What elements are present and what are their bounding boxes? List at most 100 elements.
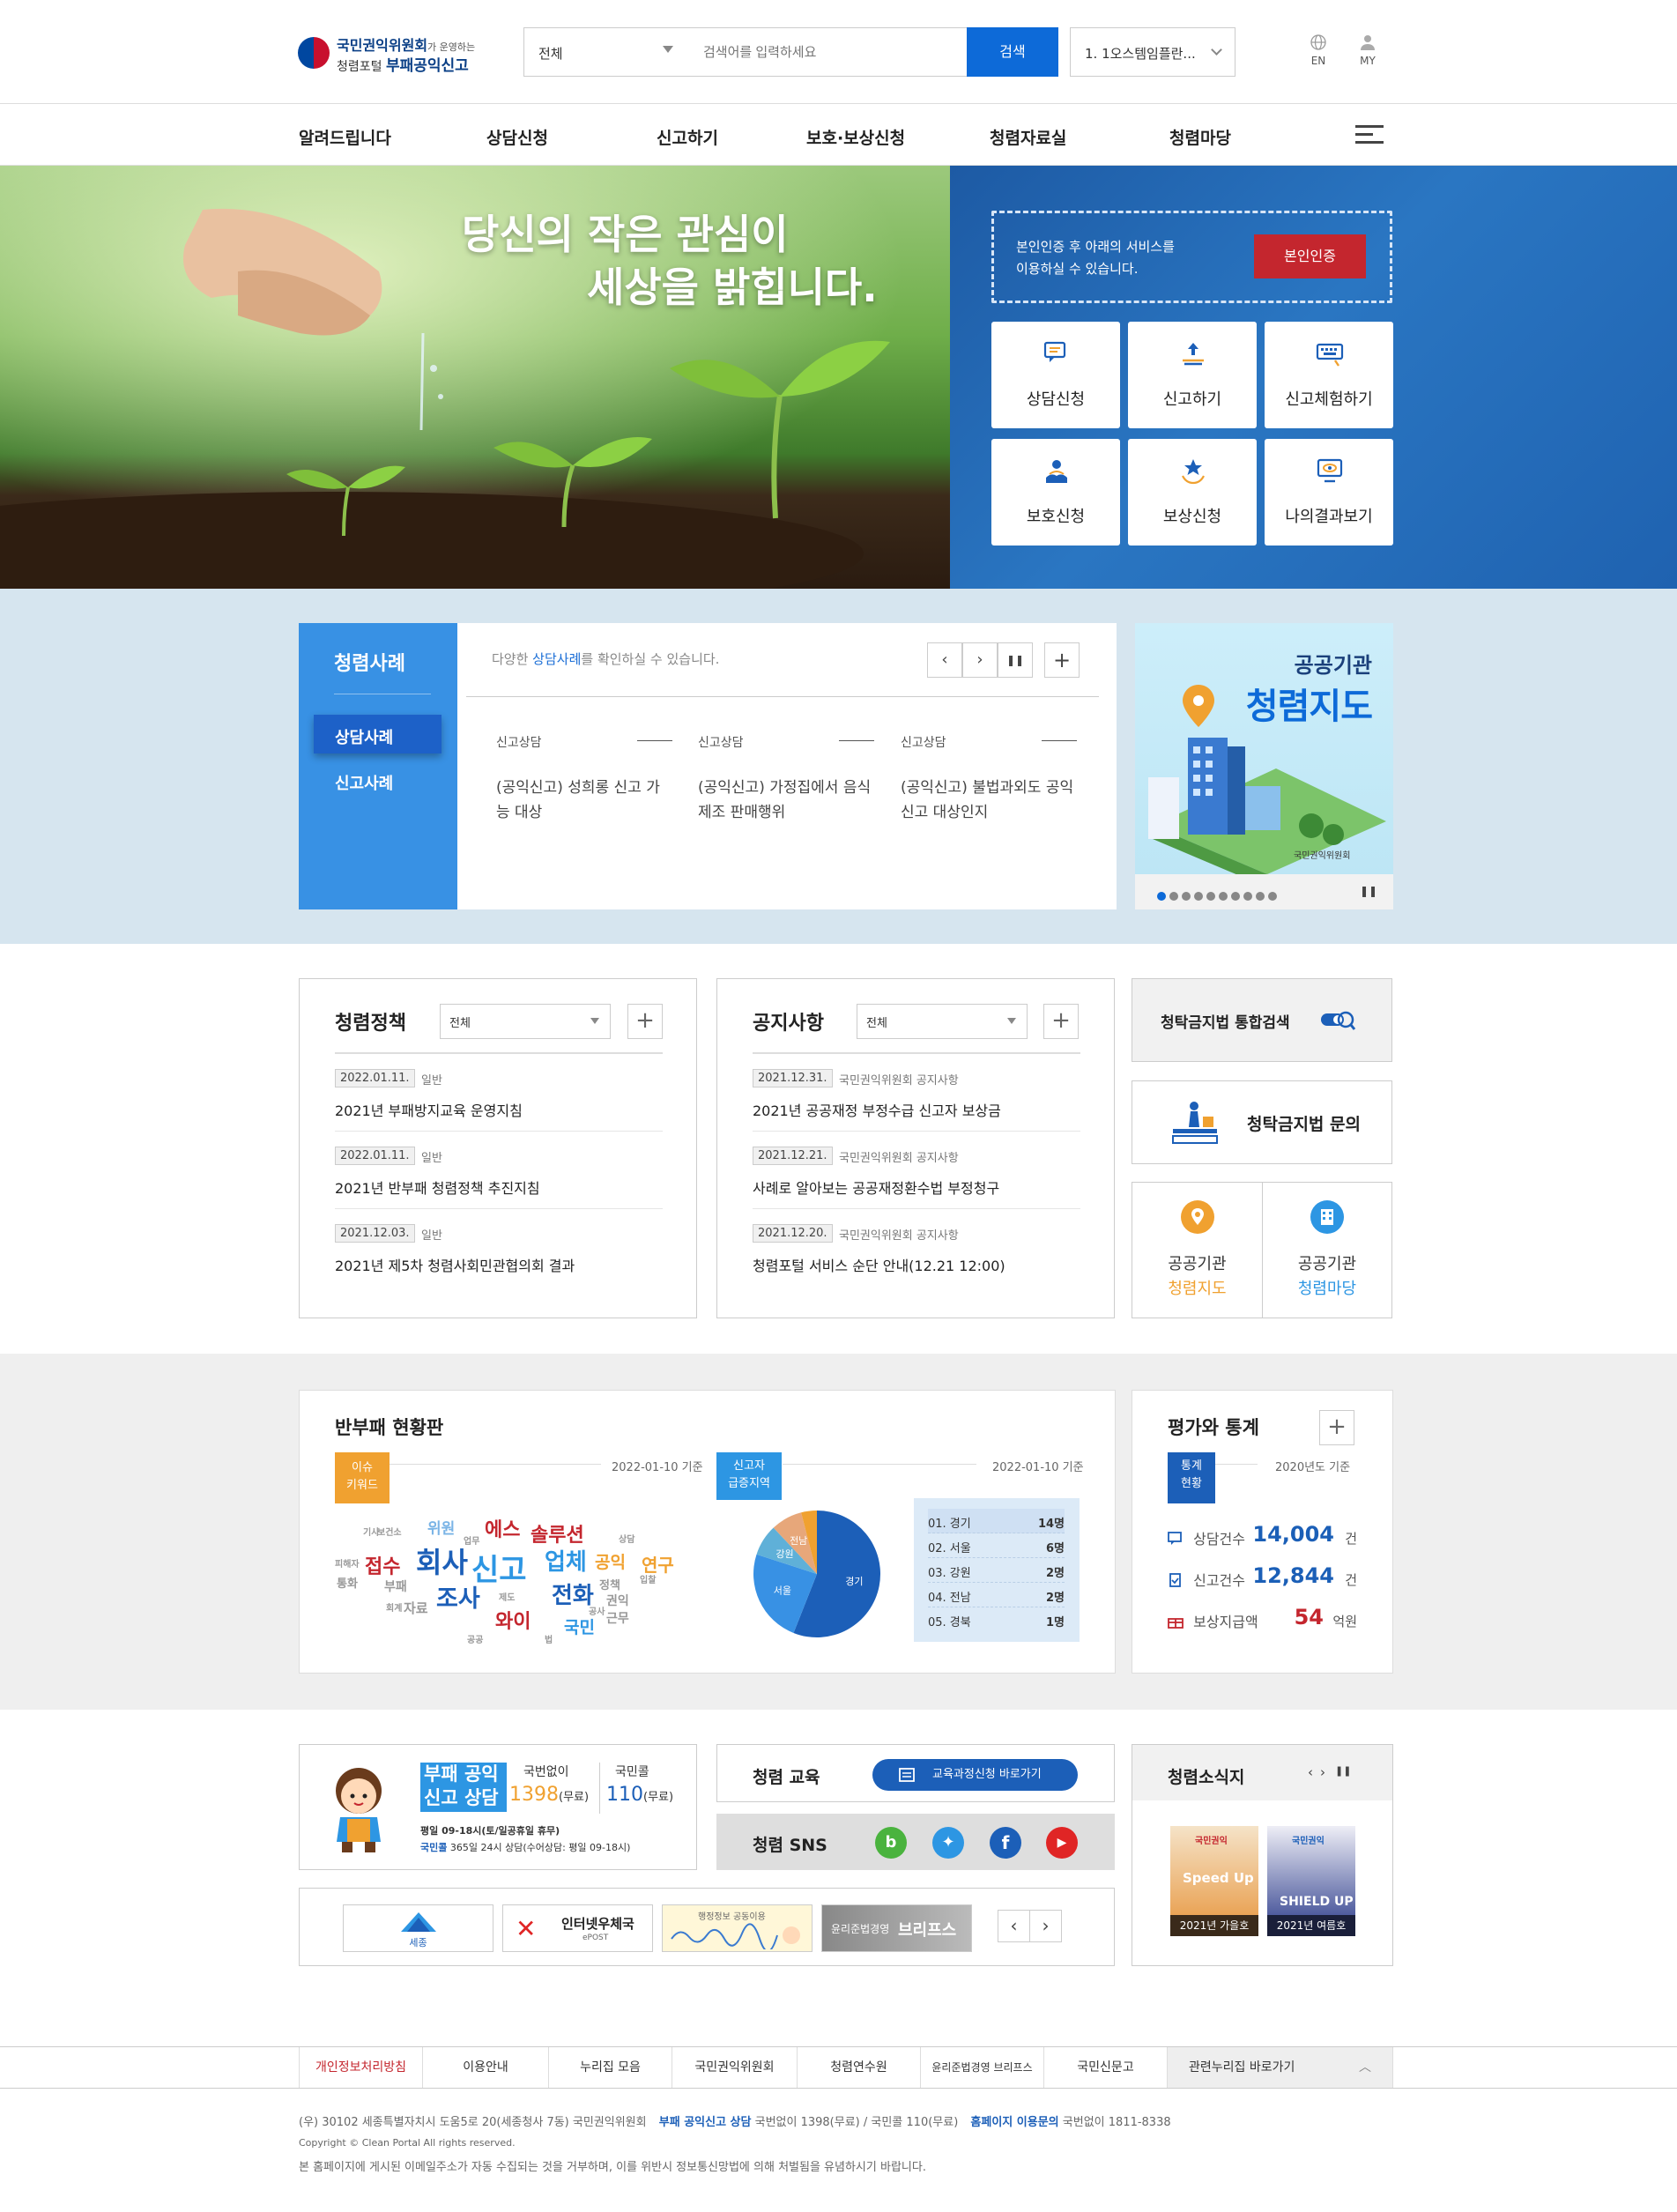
- gnb-notice[interactable]: 알려드립니다: [299, 125, 391, 149]
- phone-label-1: 국번없이: [523, 1765, 569, 1779]
- pause-icon[interactable]: ❚❚: [1335, 1765, 1351, 1777]
- search-input[interactable]: [687, 28, 967, 76]
- case-item[interactable]: 신고상담 (공익신고) 가정집에서 음식제조 판매행위: [698, 733, 874, 825]
- dashboard-title: 반부패 현황판: [335, 1417, 444, 1438]
- more-button[interactable]: +: [1044, 642, 1080, 678]
- twitter-icon[interactable]: ✦: [932, 1827, 964, 1859]
- case-item-title: (공익신고) 가정집에서 음식제조 판매행위: [698, 779, 872, 821]
- banner-prev-button[interactable]: ‹: [998, 1910, 1030, 1942]
- case-item[interactable]: 신고상담 (공익신고) 성희롱 신고 가능 대상: [496, 733, 672, 825]
- education-apply-button[interactable]: 교육과정신청 바로가기: [872, 1759, 1078, 1791]
- gnb-protection[interactable]: 보호·보상신청: [806, 125, 905, 149]
- integrity-education-box: 청렴 교육 교육과정신청 바로가기: [716, 1744, 1115, 1802]
- map-banner-image: 공공기관 청렴지도 국민권익위원회: [1135, 623, 1393, 874]
- integrity-square-link[interactable]: 공공기관 청렴마당: [1263, 1183, 1391, 1318]
- next-button[interactable]: ›: [962, 642, 998, 678]
- blog-icon[interactable]: b: [875, 1827, 907, 1859]
- footer-link-epeople[interactable]: 국민신문고: [1043, 2047, 1167, 2088]
- site-logo[interactable]: 국민권익위원회가 운영하는 청렴포털 부패공익신고: [298, 32, 483, 76]
- integrity-map-link[interactable]: 공공기관 청렴지도: [1132, 1183, 1263, 1318]
- pager-dot[interactable]: [1157, 892, 1166, 901]
- gnb-consult[interactable]: 상담신청: [486, 125, 548, 149]
- facebook-icon[interactable]: f: [990, 1827, 1021, 1859]
- policy-more-button[interactable]: +: [627, 1004, 663, 1039]
- caret-down-icon: [590, 1018, 599, 1024]
- pager-dot[interactable]: [1206, 892, 1215, 901]
- pager-dot[interactable]: [1268, 892, 1277, 901]
- service-consult[interactable]: 상담신청: [991, 322, 1120, 428]
- tab-report-cases[interactable]: 신고사례: [314, 761, 442, 799]
- list-item[interactable]: 2021.12.03. 일반 2021년 제5차 청렴사회민관협의회 결과: [335, 1209, 663, 1287]
- service-protection[interactable]: 보호신청: [991, 439, 1120, 546]
- pager-dot[interactable]: [1256, 892, 1265, 901]
- footer-link-academy[interactable]: 청렴연수원: [797, 2047, 920, 2088]
- tab-consult-cases[interactable]: 상담사례: [314, 715, 442, 753]
- notice-more-button[interactable]: +: [1043, 1004, 1079, 1039]
- banner-ethics-brief[interactable]: 윤리준법경영 브리프스: [821, 1904, 972, 1952]
- prev-button[interactable]: ‹: [927, 642, 962, 678]
- pager-dot[interactable]: [1219, 892, 1228, 901]
- language-label: EN: [1310, 55, 1326, 67]
- integrity-map-banner[interactable]: 공공기관 청렴지도 국민권익위원회 ❚❚: [1135, 623, 1393, 909]
- case-item[interactable]: 신고상담 (공익신고) 불법과외도 공익신고 대상인지: [901, 733, 1077, 825]
- gnb-square[interactable]: 청렴마당: [1169, 125, 1231, 149]
- language-button[interactable]: EN: [1301, 33, 1336, 67]
- taegeuk-emblem-icon: [298, 37, 330, 69]
- stat-value: 54: [1294, 1605, 1324, 1629]
- banner-admin-info-sharing[interactable]: 행정정보 공동이용: [662, 1904, 813, 1952]
- chevron-left-icon[interactable]: ‹: [1308, 1764, 1313, 1780]
- footer-link-acrc[interactable]: 국민권익위원회: [672, 2047, 797, 2088]
- pager-dot[interactable]: [1169, 892, 1178, 901]
- phone-2[interactable]: 110(무료): [606, 1784, 673, 1806]
- list-item[interactable]: 2021.12.31. 국민권익위원회 공지사항 2021년 공공재정 부정수급 신…: [753, 1054, 1080, 1132]
- item-date: 2021.12.31.: [753, 1069, 833, 1087]
- stats-more-button[interactable]: +: [1319, 1410, 1354, 1445]
- search-button[interactable]: 검색: [967, 27, 1058, 77]
- youtube-icon[interactable]: ▶: [1046, 1827, 1078, 1859]
- item-date: 2022.01.11.: [335, 1069, 415, 1087]
- my-page-button[interactable]: MY: [1350, 33, 1385, 67]
- popular-keyword-select[interactable]: 1. 1오스템임플란...: [1070, 27, 1235, 77]
- search-scope-value: 전체: [538, 46, 563, 62]
- banner-next-button[interactable]: ›: [1029, 1910, 1062, 1942]
- newsletter-cover-autumn[interactable]: 국민권익 Speed Up 2021년 가을호: [1170, 1826, 1258, 1936]
- anti-graft-inquiry-link[interactable]: 청탁금지법 문의: [1132, 1080, 1392, 1164]
- list-item[interactable]: 2022.01.11. 일반 2021년 반부패 청렴정책 추진지침: [335, 1132, 663, 1209]
- policy-category-select[interactable]: 전체: [440, 1004, 611, 1039]
- badge-line1: 부패 공익: [424, 1763, 499, 1785]
- newsletter-cover-summer[interactable]: 국민권익 SHIELD UP 2021년 여름호: [1267, 1826, 1355, 1936]
- list-item[interactable]: 2021.12.21. 국민권익위원회 공지사항 사례로 알아보는 공공재정환수법 …: [753, 1132, 1080, 1209]
- chevron-right-icon[interactable]: ›: [1320, 1764, 1325, 1780]
- footer-link-privacy[interactable]: 개인정보처리방침: [299, 2047, 422, 2088]
- pager-dot[interactable]: [1194, 892, 1203, 901]
- footer-link-brief[interactable]: 윤리준법경영 브리프스: [920, 2047, 1043, 2088]
- service-report-experience[interactable]: 신고체험하기: [1265, 322, 1393, 428]
- ranking-label: 02. 서울: [928, 1542, 971, 1555]
- list-item[interactable]: 2021.12.20. 국민권익위원회 공지사항 청렴포털 서비스 순단 안내(12…: [753, 1209, 1080, 1287]
- pause-icon[interactable]: ❚❚: [1360, 885, 1377, 897]
- pager-dot[interactable]: [1243, 892, 1252, 901]
- search-scope-select[interactable]: 전체: [524, 28, 687, 76]
- integrity-sns-box: 청렴 SNS b ✦ f ▶: [716, 1814, 1115, 1870]
- service-reward[interactable]: 보상신청: [1128, 439, 1257, 546]
- banner-epost[interactable]: ✕ 인터넷우체국 ePOST: [502, 1904, 653, 1952]
- pager-dot[interactable]: [1231, 892, 1240, 901]
- pager-dot[interactable]: [1182, 892, 1191, 901]
- service-report[interactable]: 신고하기: [1128, 322, 1257, 428]
- service-my-result[interactable]: 나의결과보기: [1265, 439, 1393, 546]
- gnb-report[interactable]: 신고하기: [657, 125, 718, 149]
- notice-category-select[interactable]: 전체: [857, 1004, 1028, 1039]
- footer-link-sites[interactable]: 누리집 모음: [548, 2047, 672, 2088]
- anti-graft-search-link[interactable]: 청탁금지법 통합검색: [1132, 978, 1392, 1062]
- list-item[interactable]: 2022.01.11. 일반 2021년 부패방지교육 운영지침: [335, 1054, 663, 1132]
- footer-related-sites-select[interactable]: 관련누리집 바로가기 ︿: [1167, 2047, 1393, 2088]
- footer-address: (우) 30102 세종특별자치시 도움5로 20(세종청사 7동) 국민권익위…: [299, 2112, 1171, 2129]
- footer-link-guide[interactable]: 이용안내: [422, 2047, 548, 2088]
- phone-1[interactable]: 1398(무료): [509, 1784, 589, 1806]
- stat-report: 신고건수 12,844 건: [1168, 1563, 1357, 1595]
- banner-sejong[interactable]: 세종: [343, 1904, 493, 1952]
- pause-button[interactable]: ❚❚: [998, 642, 1033, 678]
- gnb-library[interactable]: 청렴자료실: [990, 125, 1066, 149]
- identity-verification-button[interactable]: 본인인증: [1254, 234, 1366, 278]
- all-menu-icon[interactable]: [1355, 125, 1384, 146]
